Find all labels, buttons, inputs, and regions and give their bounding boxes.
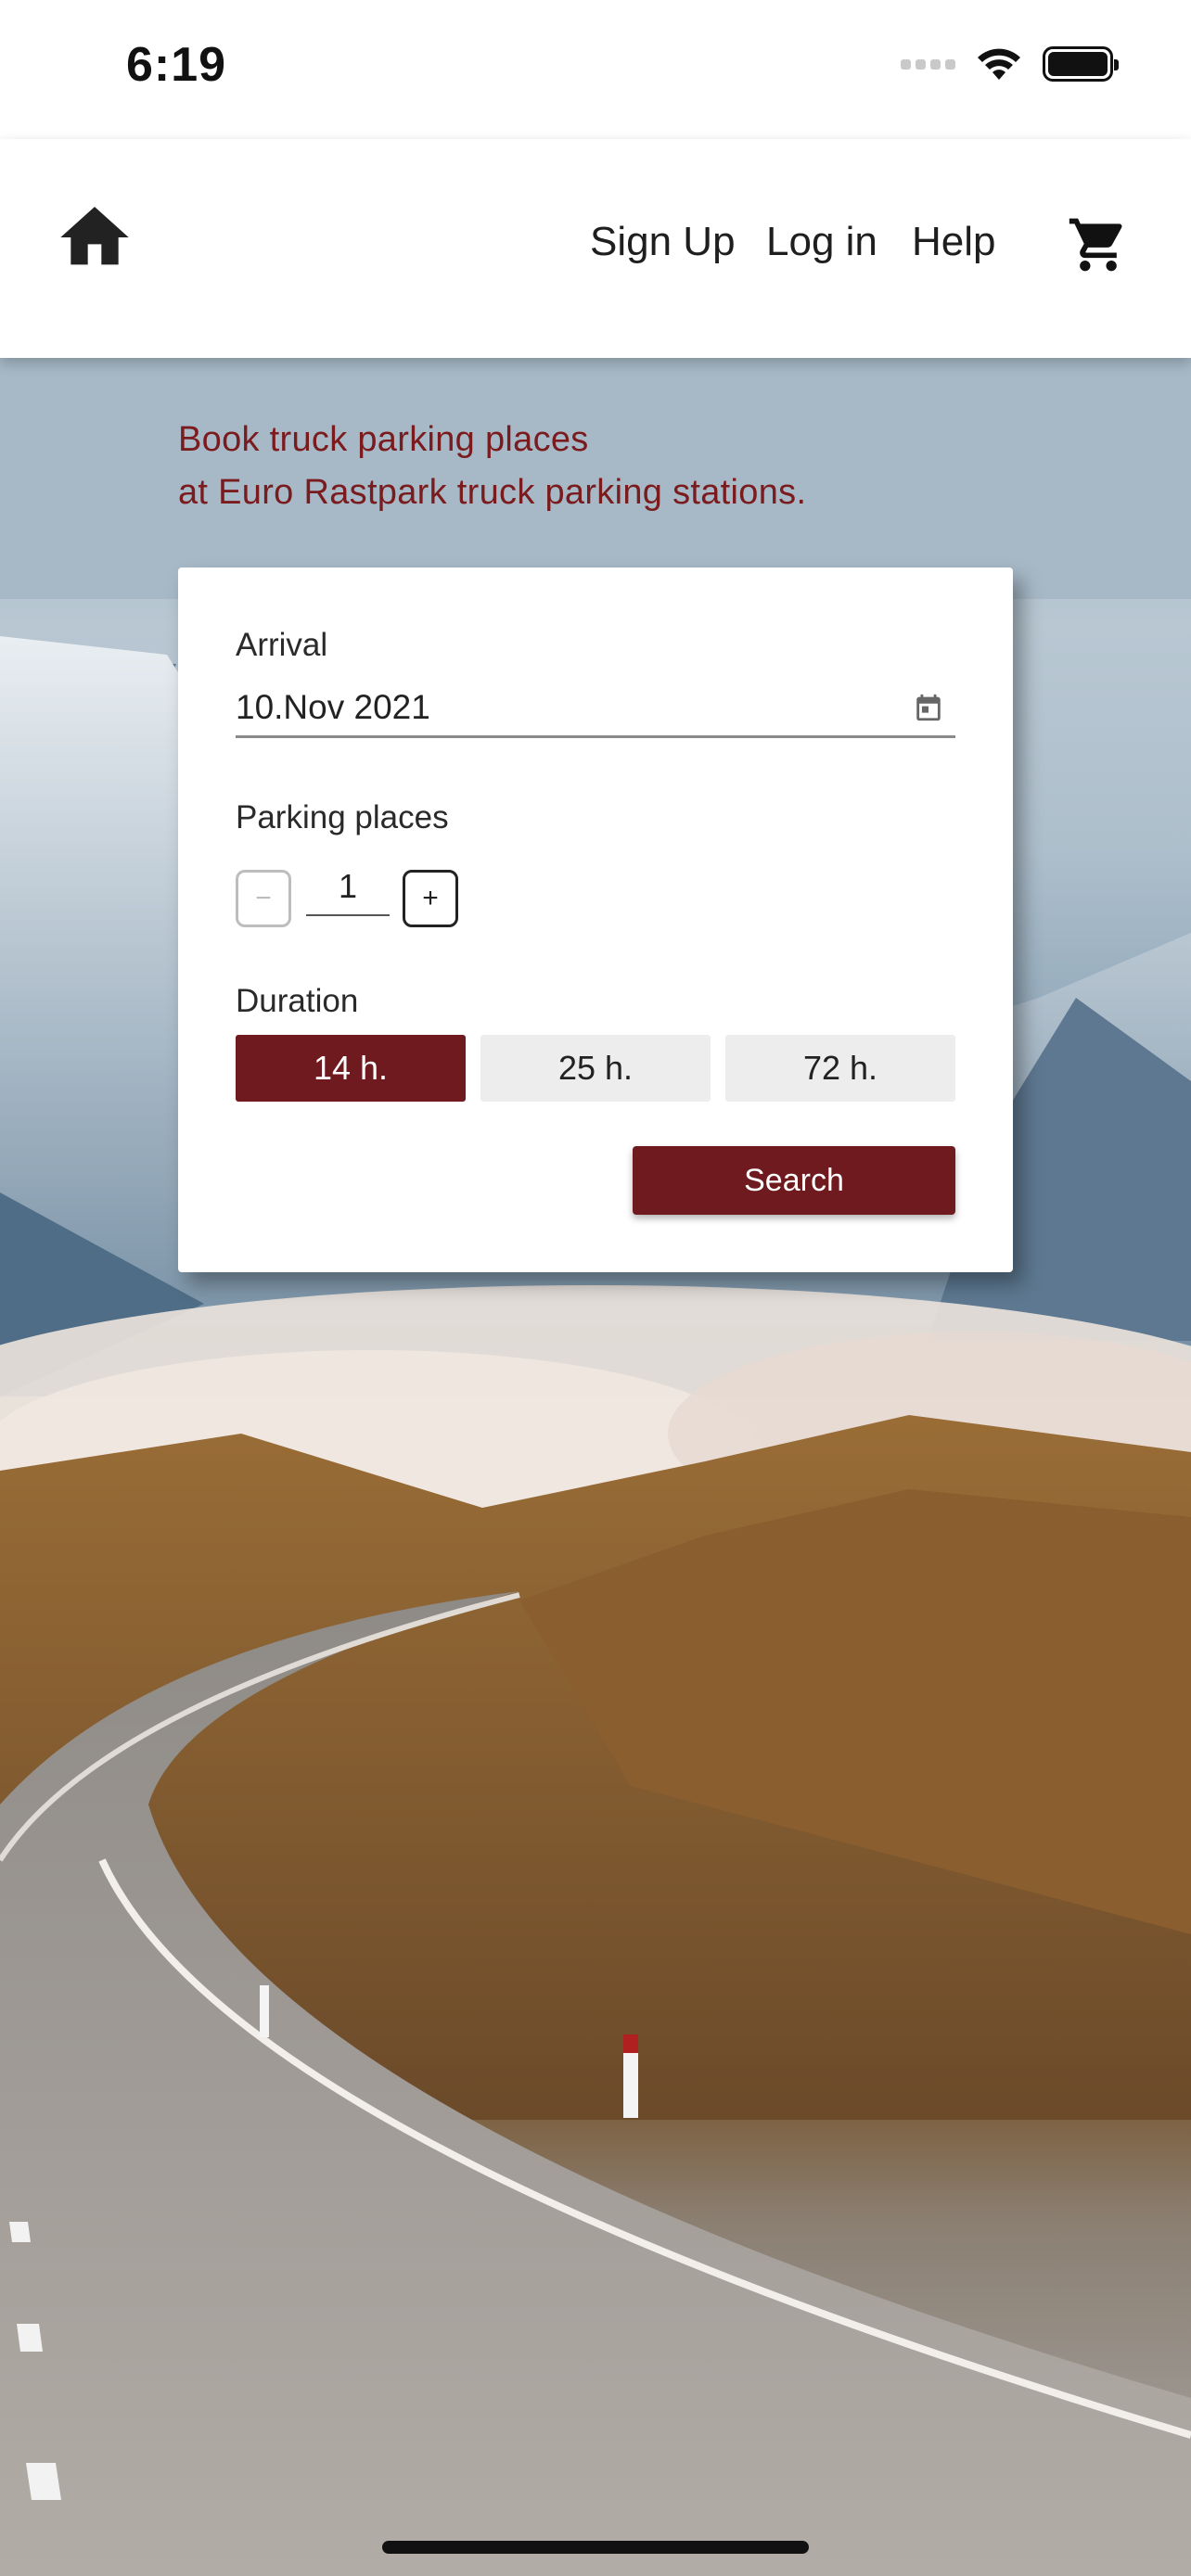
hero-headline: Book truck parking places at Euro Rastpa… xyxy=(178,414,1087,519)
shopping-cart-icon[interactable] xyxy=(1067,213,1130,276)
status-bar: 6:19 xyxy=(0,0,1191,139)
increment-button[interactable]: + xyxy=(403,870,458,927)
home-icon[interactable] xyxy=(52,197,137,278)
status-time: 6:19 xyxy=(126,38,227,92)
duration-72h-button[interactable]: 72 h. xyxy=(725,1035,955,1102)
battery-icon xyxy=(1043,46,1119,82)
home-indicator[interactable] xyxy=(382,2541,809,2554)
cellular-signal-icon xyxy=(901,58,955,70)
duration-label: Duration xyxy=(236,983,359,1019)
decrement-button[interactable]: − xyxy=(236,870,291,927)
nav-log-in[interactable]: Log in xyxy=(766,219,877,265)
arrival-label: Arrival xyxy=(236,627,328,663)
parking-places-label: Parking places xyxy=(236,799,449,835)
nav-sign-up[interactable]: Sign Up xyxy=(590,219,736,265)
top-navbar: Sign Up Log in Help xyxy=(0,139,1191,358)
booking-form-card: Arrival 10.Nov 2021 Parking places − 1 +… xyxy=(178,567,1013,1272)
headline-line-1: Book truck parking places xyxy=(178,420,589,459)
arrival-date-field[interactable]: 10.Nov 2021 xyxy=(236,682,955,738)
duration-14h-button[interactable]: 14 h. xyxy=(236,1035,466,1102)
wifi-icon xyxy=(978,48,1020,80)
status-icons xyxy=(901,46,1119,82)
duration-25h-button[interactable]: 25 h. xyxy=(480,1035,711,1102)
calendar-icon[interactable] xyxy=(913,692,944,723)
quantity-field[interactable]: 1 xyxy=(306,862,390,916)
headline-line-2: at Euro Rastpark truck parking stations. xyxy=(178,473,807,512)
search-button[interactable]: Search xyxy=(633,1146,955,1215)
nav-help[interactable]: Help xyxy=(912,219,996,265)
arrival-date-value: 10.Nov 2021 xyxy=(236,688,430,726)
hero-background: Book truck parking places at Euro Rastpa… xyxy=(0,358,1191,2576)
